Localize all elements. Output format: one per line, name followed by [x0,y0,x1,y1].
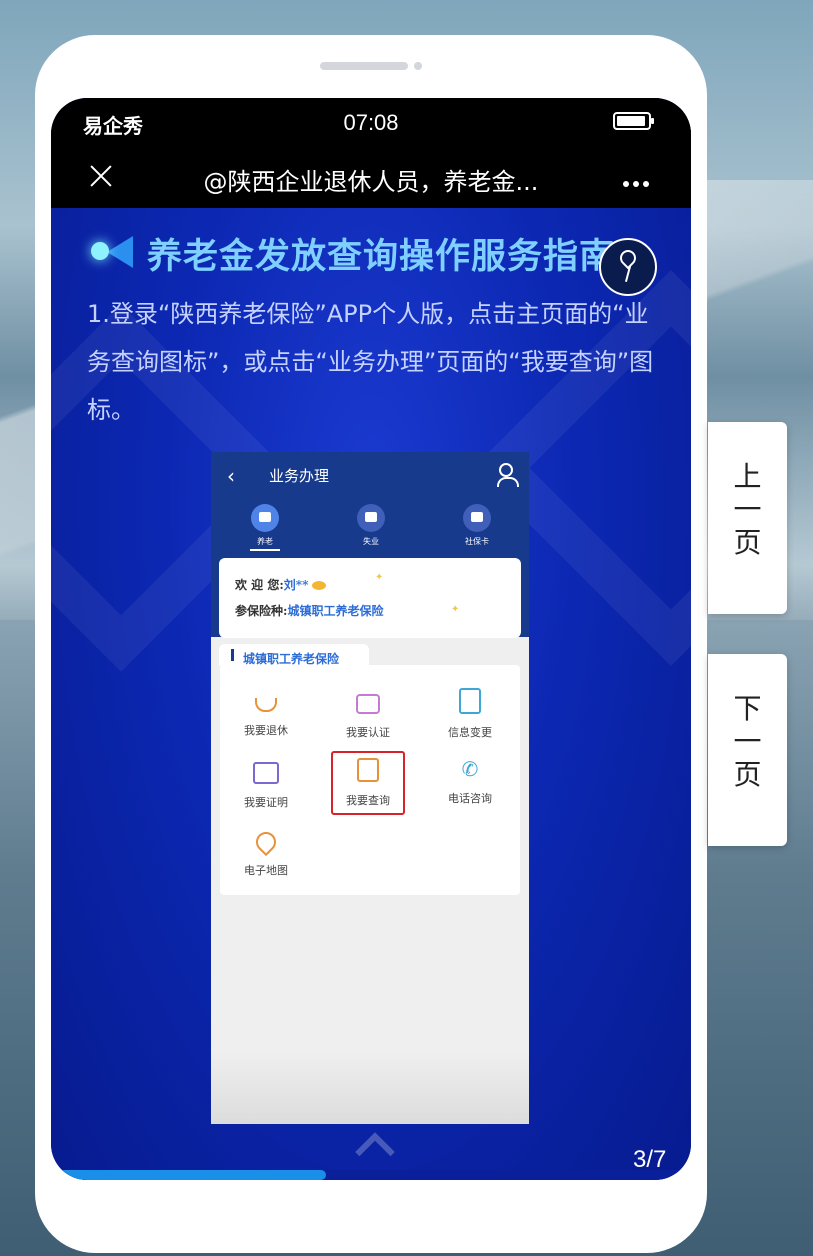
highlight-box [331,751,405,815]
app-tab-card: 社保卡 [447,504,507,547]
slide-heading: 养老金发放查询操作服务指南 [147,237,616,277]
phone-icon: ✆ [461,757,479,781]
app-screenshot: ‹ 业务办理 养老 失业 社保卡 欢 迎 您:刘** 参保险种:城镇职工养老保险… [211,452,529,1124]
status-time: 07:08 [343,110,399,135]
page-title: @陕西企业退休人员，养老金... [203,168,539,196]
grid-item-proof: 我要证明 [221,758,311,810]
app-tab-label: 失业 [363,537,379,546]
chevron-up-icon[interactable] [355,1132,395,1172]
phone-camera [414,62,422,70]
welcome-card: 欢 迎 您:刘** 参保险种:城镇职工养老保险 ✦ ✦ [219,558,521,638]
grid-item-retire: 我要退休 [221,688,311,738]
slide-content[interactable]: 养老金发放查询操作服务指南 1.登录“陕西养老保险”APP个人版，点击主页面的“… [51,208,691,1180]
grid-item-info-change: 信息变更 [425,688,515,740]
app-tab-unemployment: 失业 [341,504,401,547]
heading-arrow-icon [91,232,137,268]
phone-speaker [320,62,408,70]
slide-description: 1.登录“陕西养老保险”APP个人版，点击主页面的“业务查询图标”，或点击“业务… [87,300,654,424]
sparkle-icon: ✦ [375,572,384,583]
grid-item-map: 电子地图 [221,827,311,878]
user-name: 刘** [283,578,309,592]
music-icon[interactable] [599,238,657,296]
unemployment-icon [357,504,385,532]
sparkle-icon: ✦ [451,604,460,615]
progress-bar [51,1170,327,1180]
map-pin-icon [251,827,281,857]
card-icon [463,504,491,532]
insurance-type: 城镇职工养老保险 [287,604,384,618]
grid-item-verify: 我要认证 [323,688,413,740]
more-icon[interactable] [623,172,653,191]
document-edit-icon [459,688,481,714]
user-icon [497,463,519,487]
next-page-button[interactable]: 下一页 [708,654,787,846]
app-tab-label: 社保卡 [465,537,489,546]
close-icon[interactable] [85,160,117,192]
camera-icon [356,694,380,714]
prev-page-label: 上一页 [733,460,762,559]
cup-icon [255,698,277,712]
next-page-label: 下一页 [733,692,762,791]
app-title: 业务办理 [269,467,330,485]
prev-page-button[interactable]: 上一页 [708,422,787,614]
section-title: 城镇职工养老保险 [243,652,340,666]
phone-screen: 易企秀 07:08 @陕西企业退休人员，养老金... 养老金发放查询操作服务指南… [51,98,691,1180]
nav-bar: @陕西企业退休人员，养老金... [51,148,691,208]
insurance-label: 参保险种: [235,604,288,618]
grid-item-phone: ✆ 电话咨询 [448,757,492,805]
certificate-icon [253,762,279,784]
app-tab-pension: 养老 [235,504,295,551]
eye-icon [312,581,327,590]
welcome-label: 欢 迎 您: [235,578,284,592]
battery-icon [613,112,654,130]
status-bar: 易企秀 07:08 [51,98,691,148]
app-footer [211,1052,529,1124]
back-icon: ‹ [227,464,235,488]
pension-icon [251,504,279,532]
app-tab-label: 养老 [257,537,273,546]
